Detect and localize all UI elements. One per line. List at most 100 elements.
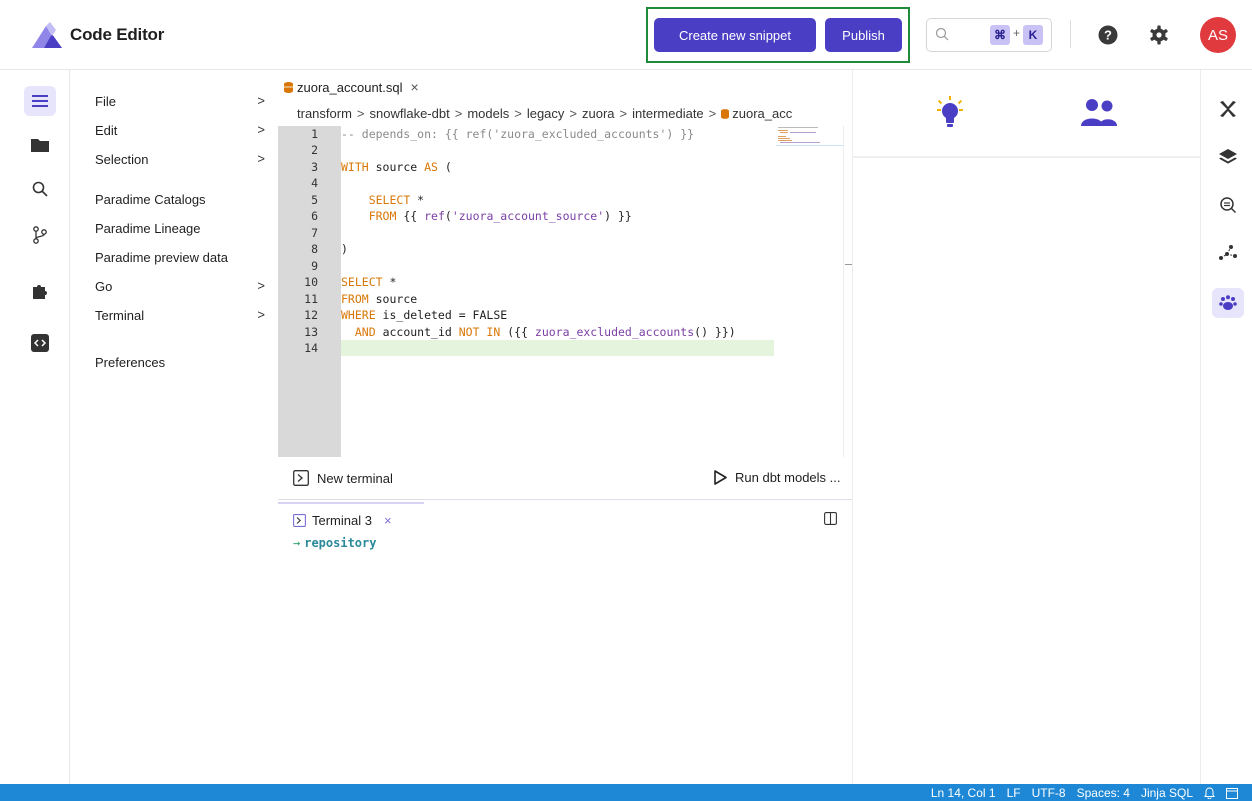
line-ending[interactable]: LF [1007, 786, 1021, 800]
lightbulb-icon[interactable] [935, 96, 965, 128]
menu-item-label: Preferences [95, 355, 166, 370]
svg-text:?: ? [1104, 28, 1112, 43]
menu-item-edit[interactable]: Edit > [95, 122, 265, 138]
code-line: 6 FROM {{ ref('zuora_account_source') }} [311, 208, 632, 224]
chevron-right-icon: > [257, 278, 265, 293]
breadcrumb-item[interactable]: transform [297, 106, 352, 121]
zoom-search-icon [1220, 197, 1236, 213]
language-mode[interactable]: Jinja SQL [1141, 786, 1193, 800]
terminal-tab[interactable]: Terminal 3 × [293, 513, 392, 528]
menu-item-paradime-catalogs[interactable]: Paradime Catalogs [95, 192, 265, 207]
menu-item-terminal[interactable]: Terminal > [95, 307, 265, 323]
breadcrumb-item[interactable]: models [467, 106, 509, 121]
breadcrumb-item[interactable]: snowflake-dbt [370, 106, 450, 121]
paw-rail-button[interactable] [1212, 288, 1244, 318]
code-rail-button[interactable] [24, 328, 56, 358]
panel-toggle-icon[interactable] [1226, 787, 1238, 799]
indentation[interactable]: Spaces: 4 [1077, 786, 1130, 800]
menu-item-preferences[interactable]: Preferences [95, 355, 265, 370]
create-snippet-button[interactable]: Create new snippet [654, 18, 816, 52]
breadcrumb-separator: > [514, 106, 522, 121]
menu-item-label: Terminal [95, 308, 145, 323]
editor-tab-label: zuora_account.sql [297, 79, 403, 95]
terminal-icon [293, 470, 309, 486]
new-terminal-label: New terminal [317, 470, 393, 486]
code-line-current: 14 [304, 340, 774, 356]
split-panel-icon[interactable] [824, 512, 837, 525]
top-bar: Code Editor Create new snippet Publish ⌘… [0, 0, 1252, 70]
status-bar: Ln 14, Col 1 LF UTF-8 Spaces: 4 Jinja SQ… [0, 784, 1252, 801]
search-rail-button[interactable] [24, 174, 56, 204]
terminal-tab-indicator [278, 502, 424, 504]
help-icon[interactable]: ? [1098, 25, 1118, 45]
breadcrumb-item[interactable]: intermediate [632, 106, 704, 121]
new-terminal-button[interactable]: New terminal [293, 470, 393, 486]
code-line: 3 WITH source AS ( [311, 159, 452, 175]
right-activity-bar [1200, 70, 1252, 784]
extensions-rail-button[interactable] [24, 276, 56, 306]
line-number: 14 [304, 341, 318, 355]
minimap[interactable] [776, 126, 844, 150]
line-number: 6 [311, 209, 318, 223]
code-text-area[interactable]: 1 -- depends_on: {{ ref('zuora_excluded_a… [304, 126, 852, 457]
gear-icon[interactable] [1149, 25, 1169, 45]
terminal-panel[interactable]: Terminal 3 × → repository [278, 500, 852, 784]
code-line: 1 -- depends_on: {{ ref('zuora_excluded_a… [311, 126, 694, 142]
terminal-icon [293, 514, 306, 527]
breadcrumb-item[interactable]: zuora [582, 106, 615, 121]
terminal-tab-label: Terminal 3 [312, 513, 372, 528]
breadcrumb-item[interactable]: legacy [527, 106, 565, 121]
search-data-rail-button[interactable] [1212, 190, 1244, 220]
main-menu: File > Edit > Selection > Paradime Catal… [70, 70, 278, 784]
lineage-rail-button[interactable] [1212, 238, 1244, 268]
prompt-arrow: → [293, 536, 301, 550]
line-number: 12 [304, 308, 318, 322]
prompt-directory: repository [304, 536, 377, 550]
user-avatar[interactable]: AS [1200, 17, 1236, 53]
menu-item-file[interactable]: File > [95, 93, 265, 109]
menu-item-selection[interactable]: Selection > [95, 151, 265, 167]
chevron-right-icon: > [257, 151, 265, 166]
activity-bar [0, 70, 70, 784]
header-divider [1070, 20, 1071, 48]
line-number: 1 [311, 127, 318, 141]
editor-scrollbar[interactable] [843, 126, 844, 457]
menu-item-paradime-preview-data[interactable]: Paradime preview data [95, 250, 265, 265]
database-file-icon [721, 109, 730, 119]
breadcrumb: transform > snowflake-dbt > models > legacy > zu… [297, 106, 852, 121]
integrations-rail-button[interactable] [1212, 94, 1244, 124]
file-encoding[interactable]: UTF-8 [1032, 786, 1066, 800]
source-control-rail-button[interactable] [24, 220, 56, 250]
explorer-rail-button[interactable] [24, 130, 56, 160]
users-icon[interactable] [1081, 98, 1117, 126]
menu-rail-button[interactable] [24, 86, 56, 116]
close-icon[interactable]: × [384, 513, 392, 528]
publish-button[interactable]: Publish [825, 18, 902, 52]
menu-item-label: Edit [95, 123, 118, 138]
search-icon [935, 27, 949, 41]
chevron-right-icon: > [257, 307, 265, 322]
shortcut-cmd-key: ⌘ [990, 25, 1010, 45]
database-file-icon [284, 81, 293, 93]
terminal-toolbar: New terminal Run dbt models ... [278, 458, 852, 500]
code-line: 13 AND account_id NOT IN ({{ zuora_exclu… [304, 324, 736, 340]
paw-icon [1219, 295, 1237, 310]
line-number: 11 [304, 292, 318, 306]
bell-icon[interactable] [1204, 787, 1215, 799]
menu-item-label: File [95, 94, 116, 109]
run-dbt-models-button[interactable]: Run dbt models ... [714, 470, 841, 485]
app-title: Code Editor [70, 25, 165, 44]
close-icon[interactable]: × [411, 79, 419, 95]
menu-item-go[interactable]: Go > [95, 278, 265, 294]
line-number: 2 [311, 143, 318, 157]
cursor-position[interactable]: Ln 14, Col 1 [931, 786, 996, 800]
line-number: 8 [311, 242, 318, 256]
menu-item-paradime-lineage[interactable]: Paradime Lineage [95, 221, 265, 236]
breadcrumb-item[interactable]: zuora_acc [732, 106, 792, 121]
puzzle-icon [33, 285, 47, 299]
layers-rail-button[interactable] [1212, 142, 1244, 172]
menu-item-label: Selection [95, 152, 149, 167]
menu-item-label: Paradime preview data [95, 250, 228, 265]
command-search[interactable]: ⌘ + K [926, 18, 1052, 52]
editor-tab[interactable]: zuora_account.sql × [284, 79, 419, 95]
